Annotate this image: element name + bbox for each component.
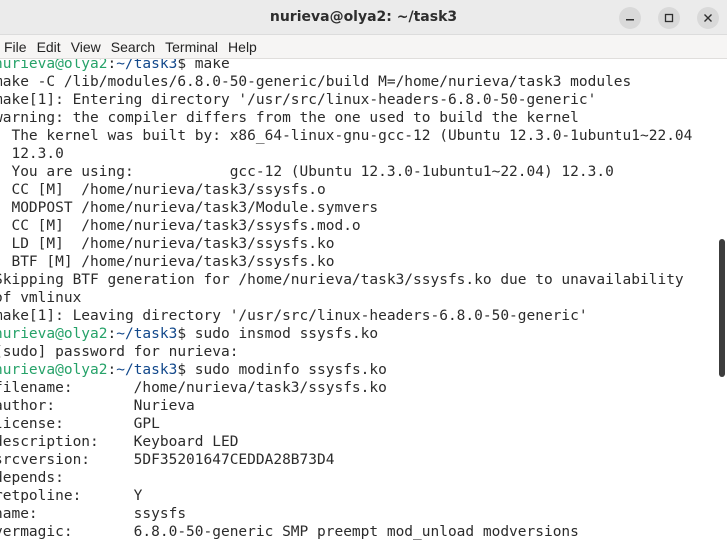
output-line: LD [M] /home/nurieva/task3/ssysfs.ko	[0, 236, 335, 252]
menu-view[interactable]: View	[67, 39, 107, 55]
output-line: Skipping BTF generation for /home/nuriev…	[0, 272, 684, 288]
prompt-symbol: $	[177, 326, 187, 342]
prompt-line: nurieva@olya2:~/task3$ sudo modinfo ssys…	[0, 361, 692, 379]
terminal-output[interactable]: nurieva@olya2:~/task3$ make make -C /lib/…	[0, 59, 717, 548]
output-line: srcversion: 5DF35201647CEDDA28B73D4	[0, 452, 335, 468]
output-line: name: ssysfs	[0, 506, 187, 522]
output-line: filename: /home/nurieva/task3/ssysfs.ko	[0, 380, 387, 396]
output-line: make[1]: Entering directory '/usr/src/li…	[0, 92, 597, 108]
menu-help[interactable]: Help	[224, 39, 263, 55]
output-line: You are using: gcc-12 (Ubuntu 12.3.0-1ub…	[0, 164, 614, 180]
prompt-symbol: $	[177, 59, 187, 72]
minimize-icon	[626, 19, 634, 21]
close-icon	[704, 14, 712, 22]
prompt-path: ~/task3	[116, 326, 178, 342]
output-line: of vmlinux	[0, 290, 82, 306]
maximize-button[interactable]	[658, 7, 680, 29]
scrollbar-thumb[interactable]	[719, 239, 725, 377]
menu-search[interactable]: Search	[107, 39, 161, 55]
menu-bar: File Edit View Search Terminal Help	[0, 35, 727, 59]
prompt-user: nurieva@olya2	[0, 362, 108, 378]
output-line: vermagic: 6.8.0-50-generic SMP preempt m…	[0, 524, 579, 540]
output-line: The kernel was built by: x86_64-linux-gn…	[0, 128, 693, 144]
prompt-path: ~/task3	[116, 59, 178, 72]
output-line: license: GPL	[0, 416, 160, 432]
minimize-button[interactable]	[619, 7, 641, 29]
menu-file[interactable]: File	[0, 39, 33, 55]
maximize-icon	[664, 13, 674, 23]
prompt-symbol: $	[177, 362, 187, 378]
prompt-separator: :	[107, 362, 117, 378]
output-line: warning: the compiler differs from the o…	[0, 110, 579, 126]
output-line: description: Keyboard LED	[0, 434, 239, 450]
terminal-scrollbar[interactable]	[717, 59, 727, 548]
prompt-command: sudo modinfo ssysfs.ko	[186, 362, 387, 378]
window-title: nurieva@olya2: ~/task3	[269, 9, 458, 25]
prompt-line: nurieva@olya2:~/task3$ sudo insmod ssysf…	[0, 325, 692, 343]
prompt-separator: :	[107, 326, 117, 342]
output-line: author: Nurieva	[0, 398, 195, 414]
output-line: retpoline: Y	[0, 488, 143, 504]
prompt-separator: :	[107, 59, 117, 72]
prompt-user: nurieva@olya2	[0, 326, 108, 342]
menu-edit[interactable]: Edit	[33, 39, 67, 55]
output-line: ) 12.3.0	[0, 146, 64, 162]
output-line: make[1]: Leaving directory '/usr/src/lin…	[0, 308, 588, 324]
output-line: depends:	[0, 470, 64, 486]
output-line: CC [M] /home/nurieva/task3/ssysfs.o	[0, 182, 326, 198]
prompt-user: nurieva@olya2	[0, 59, 108, 72]
terminal-lines: nurieva@olya2:~/task3$ make make -C /lib/…	[0, 59, 692, 541]
prompt-command: make	[186, 59, 230, 72]
output-line: make -C /lib/modules/6.8.0-50-generic/bu…	[0, 74, 632, 90]
close-button[interactable]	[697, 7, 719, 29]
output-line: MODPOST /home/nurieva/task3/Module.symve…	[0, 200, 379, 216]
output-line: BTF [M] /home/nurieva/task3/ssysfs.ko	[0, 254, 335, 270]
output-line: CC [M] /home/nurieva/task3/ssysfs.mod.o	[0, 218, 361, 234]
prompt-command: sudo insmod ssysfs.ko	[186, 326, 379, 342]
output-line: [sudo] password for nurieva:	[0, 344, 239, 360]
prompt-path: ~/task3	[116, 362, 178, 378]
menu-terminal[interactable]: Terminal	[161, 39, 224, 55]
window-titlebar[interactable]: nurieva@olya2: ~/task3	[0, 0, 727, 35]
prompt-line: nurieva@olya2:~/task3$ make	[0, 59, 692, 73]
